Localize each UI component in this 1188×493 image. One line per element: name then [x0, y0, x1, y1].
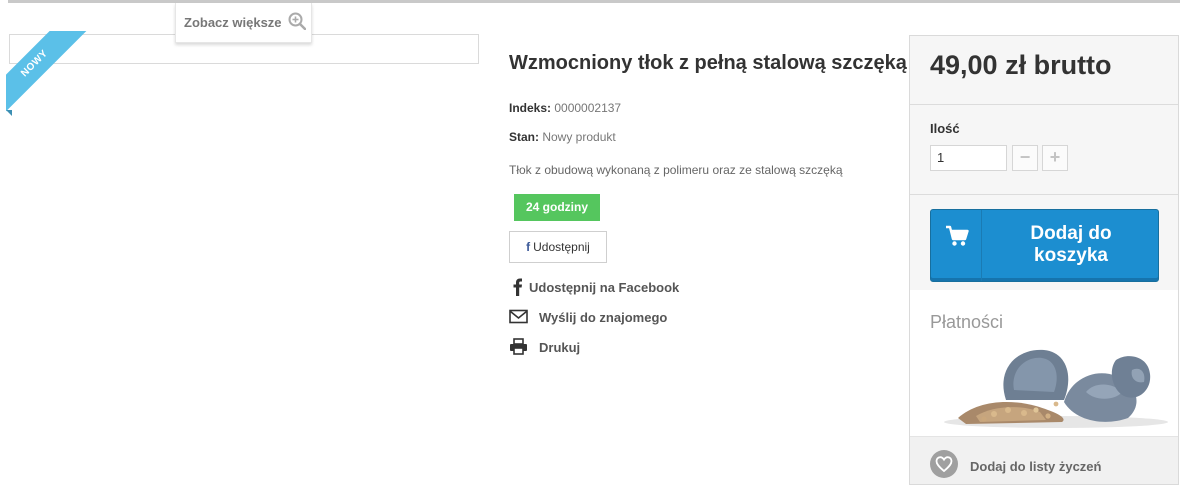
buy-box: 49,00 zł brutto Ilość 1 − + Dodaj do kos… — [909, 35, 1179, 485]
share-facebook-link[interactable]: Udostępnij na Facebook — [509, 278, 689, 298]
quantity-increase-button[interactable]: + — [1042, 145, 1068, 171]
send-to-friend-label: Wyślij do znajomego — [539, 310, 668, 325]
share-facebook-label: Udostępnij na Facebook — [529, 280, 680, 295]
add-to-cart-line-2: koszyka — [1034, 245, 1108, 266]
condition-value: Nowy produkt — [542, 130, 616, 144]
quantity-label: Ilość — [930, 121, 960, 136]
quantity-input[interactable]: 1 — [930, 145, 1007, 171]
envelope-icon — [509, 309, 528, 324]
index-value: 0000002137 — [554, 101, 622, 115]
new-ribbon: NOWY — [6, 31, 96, 121]
price-separator — [910, 104, 1178, 105]
quantity-decrease-button[interactable]: − — [1012, 145, 1038, 171]
heart-icon — [935, 456, 953, 473]
payments-panel: Płatności — [910, 290, 1178, 436]
add-to-cart-button[interactable]: Dodaj do koszyka — [930, 209, 1159, 282]
wishlist-label: Dodaj do listy życzeń — [970, 459, 1102, 474]
facebook-small-icon: f — [526, 240, 531, 254]
zoom-button[interactable]: Zobacz większe — [175, 3, 312, 43]
money-bag-illustration — [944, 349, 1168, 428]
share-button-label: Udostępnij — [533, 240, 590, 254]
add-to-cart-line-1: Dodaj do — [1030, 223, 1112, 244]
wishlist-circle — [930, 450, 958, 478]
product-index: Indeks: 0000002137 — [509, 101, 621, 115]
quantity-separator — [910, 194, 1178, 195]
condition-label: Stan: — [509, 130, 539, 144]
add-to-wishlist-button[interactable]: Dodaj do listy życzeń — [910, 436, 1178, 484]
product-title: Wzmocniony tłok z pełną stalową szczęką — [509, 52, 907, 74]
product-price: 49,00 zł brutto — [930, 50, 1112, 80]
facebook-icon — [513, 278, 522, 296]
add-to-cart-label: Dodaj do koszyka — [983, 223, 1159, 267]
shopping-cart-icon — [946, 225, 969, 246]
ribbon-fold — [6, 110, 12, 116]
print-label: Drukuj — [539, 340, 581, 355]
zoom-label: Zobacz większe — [184, 15, 282, 30]
product-condition: Stan: Nowy produkt — [509, 130, 616, 144]
zoom-in-icon — [288, 12, 306, 30]
index-label: Indeks: — [509, 101, 552, 115]
product-description: Tłok z obudową wykonaną z polimeru oraz … — [509, 163, 843, 177]
printer-icon — [510, 338, 527, 355]
cart-button-divider — [981, 210, 982, 281]
delivery-time-badge: 24 godziny — [514, 194, 600, 221]
facebook-share-button[interactable]: f Udostępnij — [509, 231, 607, 263]
new-ribbon-label: NOWY — [6, 31, 91, 120]
send-to-friend-link[interactable]: Wyślij do znajomego — [509, 308, 689, 328]
print-link[interactable]: Drukuj — [509, 338, 689, 358]
